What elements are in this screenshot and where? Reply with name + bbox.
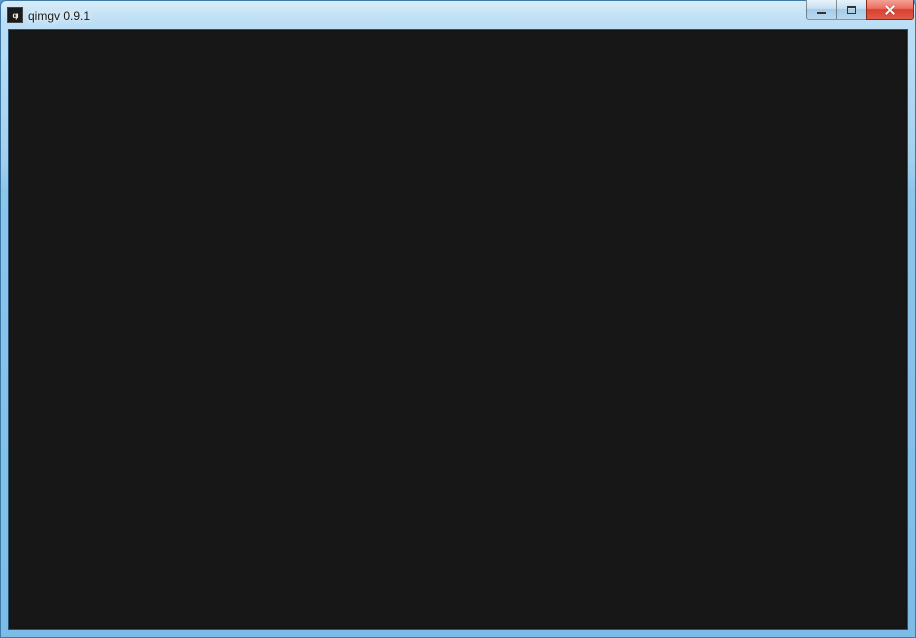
titlebar[interactable]: qı qimgv 0.9.1 (1, 1, 915, 29)
app-icon: qı (7, 7, 23, 23)
close-button[interactable] (866, 0, 914, 20)
close-icon (884, 5, 896, 15)
minimize-icon (817, 11, 826, 14)
window-title: qimgv 0.9.1 (28, 8, 913, 23)
maximize-icon (847, 6, 856, 14)
window-controls (806, 0, 914, 20)
minimize-button[interactable] (806, 0, 836, 20)
image-viewport[interactable] (8, 29, 908, 630)
application-window: qı qimgv 0.9.1 (0, 0, 916, 638)
app-icon-glyph: qı (12, 11, 17, 20)
maximize-button[interactable] (836, 0, 866, 20)
